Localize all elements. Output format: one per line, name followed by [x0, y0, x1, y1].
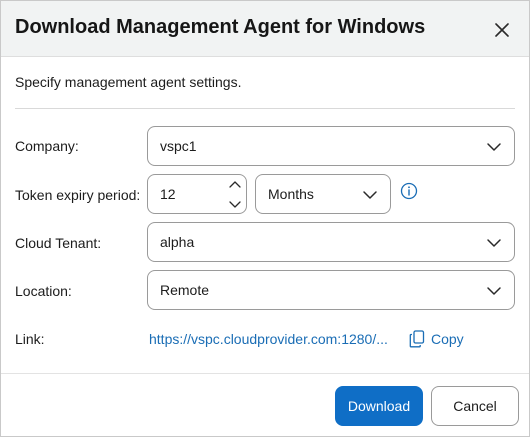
company-value: vspc1 [160, 138, 197, 154]
location-label: Location: [15, 283, 72, 299]
download-agent-dialog: Download Management Agent for Windows Sp… [0, 0, 530, 437]
chevron-down-icon [486, 283, 502, 299]
token-expiry-label: Token expiry period: [15, 187, 141, 203]
company-select[interactable]: vspc1 [147, 126, 515, 166]
token-expiry-unit-select[interactable]: Months [255, 174, 391, 214]
link-label: Link: [15, 331, 45, 347]
token-expiry-unit: Months [268, 186, 314, 202]
dialog-subtitle: Specify management agent settings. [15, 74, 242, 90]
copy-icon [409, 330, 425, 348]
close-button[interactable] [489, 17, 515, 43]
dialog-header: Download Management Agent for Windows [1, 1, 529, 57]
agent-download-link[interactable]: https://vspc.cloudprovider.com:1280/... [149, 331, 388, 347]
copy-label: Copy [431, 331, 464, 347]
footer-divider [1, 373, 529, 374]
chevron-down-icon [486, 139, 502, 155]
cloud-tenant-value: alpha [160, 234, 195, 250]
token-expiry-amount: 12 [160, 186, 176, 202]
cloud-tenant-label: Cloud Tenant: [15, 235, 102, 251]
company-label: Company: [15, 138, 79, 154]
chevron-up-icon[interactable] [228, 178, 242, 192]
info-icon[interactable] [400, 182, 418, 200]
location-select[interactable]: Remote [147, 270, 515, 310]
chevron-down-icon[interactable] [228, 197, 242, 211]
close-icon [489, 17, 515, 43]
download-button[interactable]: Download [335, 386, 423, 426]
copy-button[interactable]: Copy [409, 329, 464, 349]
chevron-down-icon [362, 187, 378, 203]
dialog-title: Download Management Agent for Windows [15, 16, 426, 38]
cloud-tenant-select[interactable]: alpha [147, 222, 515, 262]
token-expiry-stepper[interactable]: 12 [147, 174, 247, 214]
chevron-down-icon [486, 235, 502, 251]
divider [15, 108, 515, 109]
location-value: Remote [160, 282, 210, 298]
cancel-button[interactable]: Cancel [431, 386, 519, 426]
